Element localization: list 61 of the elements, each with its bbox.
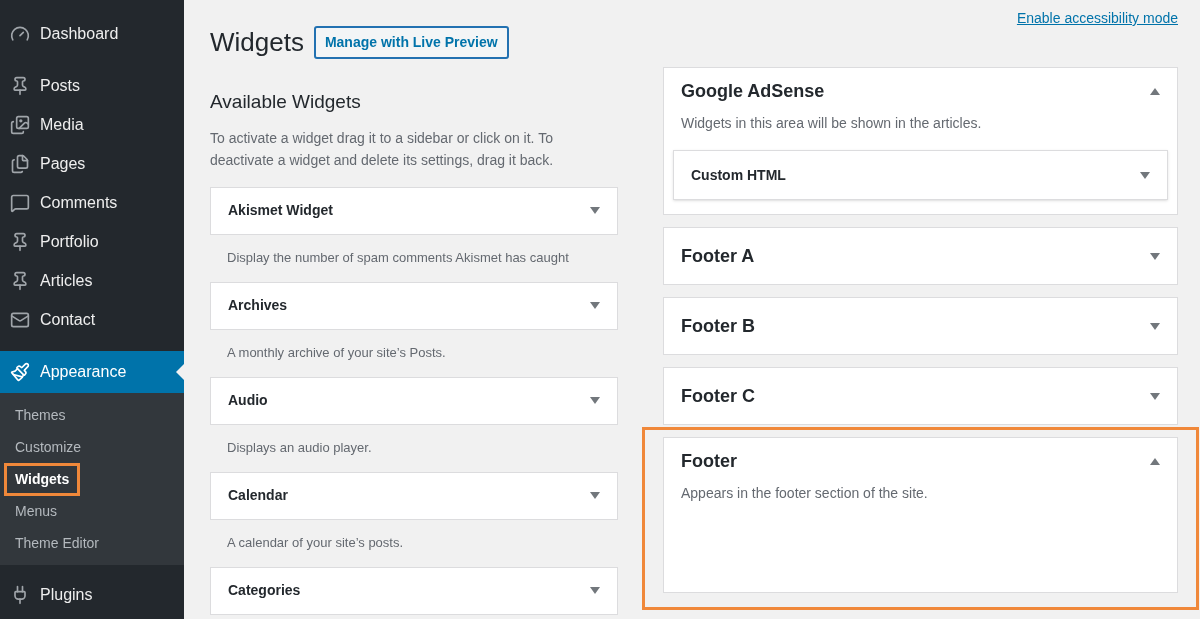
widget-description: A calendar of your site’s posts. [226,534,405,553]
page-title: Widgets [210,26,304,59]
expand-caret-icon [590,302,600,309]
collapse-caret-icon [1150,457,1160,465]
widget-item[interactable]: Categories [210,566,618,615]
sidebar-item[interactable]: Comments [0,183,184,222]
area-description: Appears in the footer section of the site. [681,484,929,503]
sidebar-item[interactable]: Posts [0,66,184,105]
submenu-item[interactable]: Menus [4,494,69,528]
submenu-item[interactable]: Widgets [4,462,81,496]
submenu-item[interactable]: Theme Editor [4,526,111,560]
widget-area[interactable]: Google AdSense Widgets in this area will be shown in the articles. Custom HTML [663,67,1178,215]
widget-description: Displays an audio player. [226,439,373,458]
expand-caret-icon [590,397,600,404]
sidebar-item[interactable]: Portfolio [0,222,184,261]
area-title: Footer A [681,244,755,268]
sidebar-item[interactable]: Pages [0,144,184,183]
widget-area[interactable]: Footer B [663,297,1178,355]
sidebar-item[interactable]: Contact [0,300,184,339]
area-description: Widgets in this area will be shown in the articles. [681,114,983,133]
media-icon [10,114,30,135]
area-title: Google AdSense [681,79,825,103]
sidebar-item[interactable]: Articles [0,261,184,300]
expand-caret-icon [1150,392,1160,400]
area-title: Footer [681,449,737,473]
live-preview-button[interactable]: Manage with Live Preview [313,26,509,59]
submenu-item[interactable]: Customize [4,430,93,464]
section-description: To activate a widget drag it to a sidebar or click on it. To deactivate a widget and delete its settings, drag it back. [210,128,555,170]
sidebar-item[interactable]: Plugins [0,575,184,614]
comment-icon [10,192,30,213]
pin-icon [10,270,30,291]
pages-icon [10,153,30,174]
widget-item[interactable]: Archives [210,281,618,330]
current-pointer-icon [176,364,184,380]
widget-description: Display the number of spam comments Akismet has caught [226,249,570,268]
widget-area[interactable]: Footer Appears in the footer section of the site. [663,437,1178,593]
pin-icon [10,231,30,252]
widget-area[interactable]: Footer A [663,227,1178,285]
brush-icon [10,362,30,382]
widget-item[interactable]: Akismet Widget [210,186,618,235]
submenu-item[interactable]: Themes [4,398,77,432]
widget-item[interactable]: Custom HTML [673,150,1168,200]
widget-item[interactable]: Calendar [210,471,618,520]
accessibility-link[interactable]: Enable accessibility mode [1016,8,1178,29]
sidebar-item[interactable]: Appearance [0,351,184,393]
collapse-caret-icon [1150,87,1160,95]
widget-area[interactable]: Footer C [663,367,1178,425]
expand-caret-icon [590,207,600,214]
area-title: Footer B [681,314,755,338]
expand-caret-icon [590,587,600,594]
widget-description: A monthly archive of your site’s Posts. [226,344,447,363]
expand-caret-icon [1150,322,1160,330]
pin-icon [10,75,30,96]
section-title: Available Widgets [210,90,362,114]
expand-caret-icon [1140,171,1150,179]
sidebar-item[interactable]: Dashboard [0,14,184,53]
area-title: Footer C [681,384,755,408]
expand-caret-icon [1150,252,1160,260]
expand-caret-icon [590,492,600,499]
sidebar-item[interactable]: Media [0,105,184,144]
widget-item[interactable]: Audio [210,376,618,425]
